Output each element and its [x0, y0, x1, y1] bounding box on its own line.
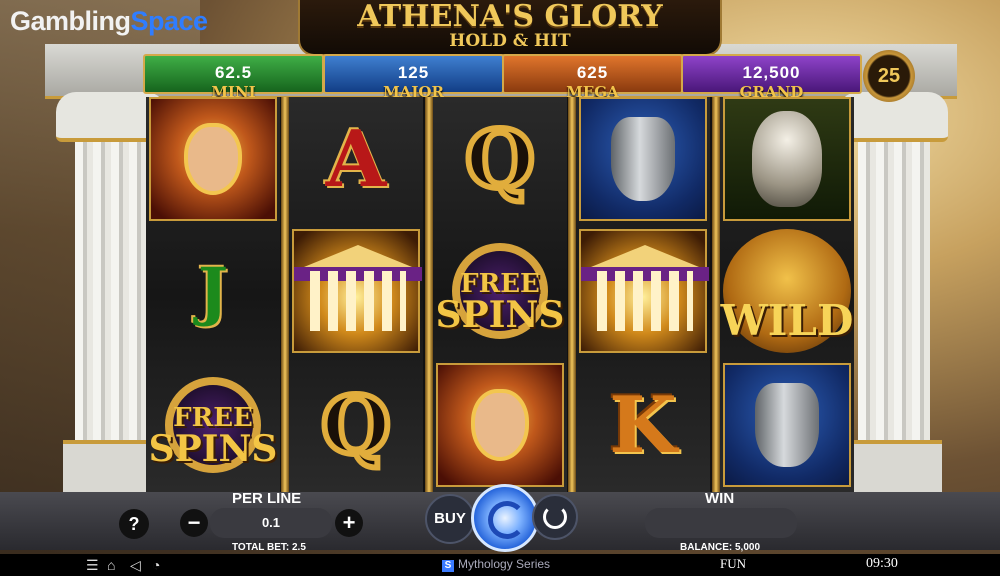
symbol-letter: J: [197, 253, 229, 329]
symbol-letter: A: [325, 113, 387, 205]
balance: BALANCE: 5,000: [680, 542, 761, 553]
bet-decrease-button[interactable]: −: [180, 509, 208, 537]
spin-icon: [488, 501, 526, 539]
autoplay-button[interactable]: [532, 494, 578, 540]
symbol-temple: [292, 229, 422, 353]
spins-label: SPINS: [148, 428, 278, 470]
jackpot-mega: 625 MEGA: [502, 54, 683, 101]
home-icon[interactable]: ⌂: [107, 557, 115, 573]
temple-roof: [304, 245, 412, 267]
athena-icon: [184, 123, 242, 195]
symbol-wild: WILD: [720, 229, 854, 353]
symbol-free-spins: FREE SPINS: [149, 363, 277, 487]
clock: 09:30: [866, 556, 898, 571]
series-logo-icon: S: [442, 560, 454, 572]
temple-pillars: [597, 271, 693, 331]
autoplay-icon: [543, 505, 567, 529]
reel-4: K: [576, 97, 710, 492]
reel-separator: [712, 97, 720, 492]
mode-label: FUN: [720, 556, 747, 571]
symbol-owl: [723, 97, 851, 221]
reel-1: J FREE SPINS: [146, 97, 280, 492]
total-bet: TOTAL BET: 2.5: [232, 542, 306, 553]
temple-roof: [591, 245, 699, 267]
wild-label: WILD: [720, 295, 854, 345]
owl-icon: [752, 111, 822, 207]
symbol-athena: [149, 97, 277, 221]
symbol-letter: K: [609, 379, 677, 471]
help-button[interactable]: ?: [119, 509, 149, 539]
logo-title: ATHENA'S GLORY: [357, 0, 663, 34]
symbol-vase: [723, 363, 851, 487]
reel-grid[interactable]: J FREE SPINS A Q Q FREE SPINS K WILD: [146, 97, 854, 492]
menu-icon[interactable]: ☰: [86, 557, 99, 574]
spin-button[interactable]: [471, 484, 539, 552]
speed-icon[interactable]: ◔: [152, 557, 160, 573]
athena-icon: [471, 389, 529, 461]
symbol-k: K: [579, 363, 707, 487]
reel-5: WILD: [720, 97, 854, 492]
per-line-value: 0.1: [210, 508, 332, 538]
vase-icon: [755, 383, 819, 467]
reel-3: Q FREE SPINS: [433, 97, 567, 492]
symbol-a: A: [292, 97, 420, 221]
symbol-q: Q: [436, 97, 564, 221]
watermark: GamblingSpace: [10, 6, 208, 37]
buy-feature-button[interactable]: BUY: [425, 494, 475, 544]
reel-separator: [281, 97, 289, 492]
game-logo: ATHENA'S GLORY HOLD & HIT: [298, 0, 722, 56]
paylines-badge: 25: [863, 50, 915, 102]
reel-separator: [425, 97, 433, 492]
symbol-letter: Q: [462, 109, 538, 209]
series-label: Mythology Series: [458, 557, 551, 571]
watermark-part1: Gambling: [10, 6, 131, 36]
temple-pillars: [310, 271, 406, 331]
win-display: [645, 508, 797, 538]
jackpot-major: 125 MAJOR: [323, 54, 504, 101]
bet-increase-button[interactable]: +: [335, 509, 363, 537]
symbol-vase: [579, 97, 707, 221]
symbol-q: Q: [292, 363, 420, 487]
symbol-j: J: [149, 229, 277, 353]
logo-subtitle: HOLD & HIT: [449, 31, 571, 51]
symbol-letter: Q: [318, 375, 394, 475]
symbol-athena: [436, 363, 564, 487]
reel-2: AQ: [289, 97, 423, 492]
left-column: [75, 95, 147, 495]
sound-off-icon[interactable]: ◁: [130, 557, 141, 574]
per-line-label: PER LINE: [232, 490, 302, 507]
vase-icon: [611, 117, 675, 201]
watermark-part2: Space: [130, 6, 209, 36]
right-column: [858, 95, 930, 495]
symbol-temple: [579, 229, 709, 353]
series-badge: S Mythology Series: [442, 557, 550, 572]
jackpot-grand: 12,500 GRAND: [681, 54, 862, 101]
reel-separator: [568, 97, 576, 492]
spins-label: SPINS: [435, 294, 565, 336]
symbol-free-spins: FREE SPINS: [436, 229, 564, 353]
jackpot-mini: 62.5 MINI: [143, 54, 324, 101]
win-label: WIN: [705, 490, 735, 507]
